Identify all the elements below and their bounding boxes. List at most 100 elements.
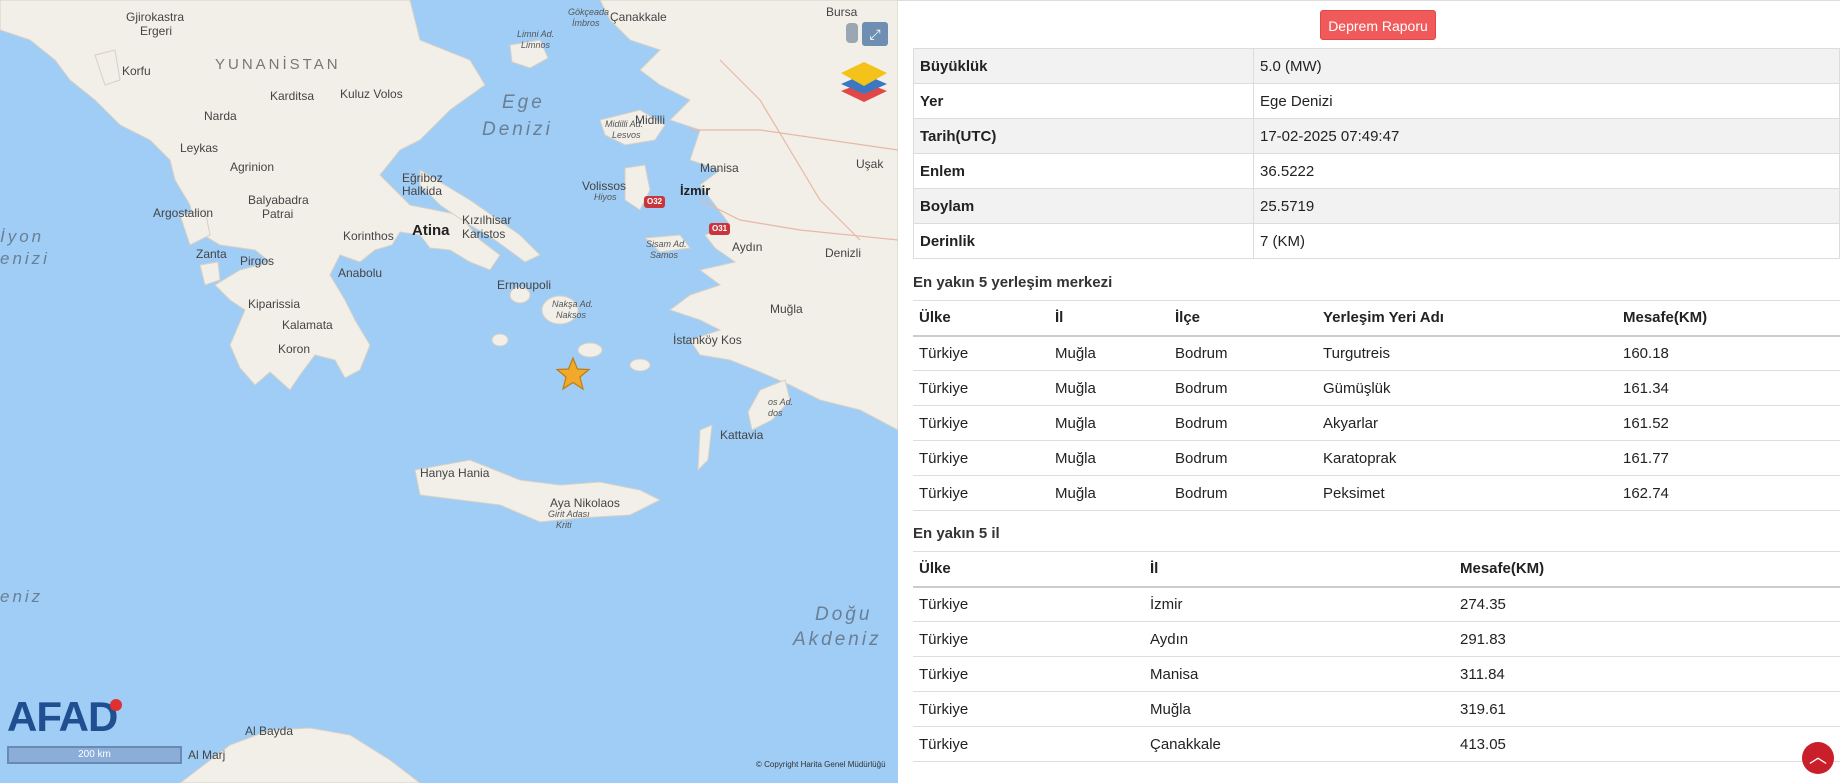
map-label: Patrai [262, 207, 294, 221]
scroll-to-top-chevron-up-icon[interactable]: ︿ [1802, 742, 1834, 774]
road-badge: O32 [644, 196, 666, 208]
column-header: Yerleşim Yeri Adı [1317, 300, 1617, 337]
table-cell: 161.34 [1617, 370, 1840, 406]
provinces-title: En yakın 5 il [913, 525, 1000, 542]
map-sea-label: Akdeniz [793, 629, 882, 650]
map-label: Eğriboz [402, 171, 443, 185]
map-label: Aya Nikolaos [550, 496, 620, 510]
table-cell: 162.74 [1617, 475, 1840, 511]
map-label: Ergeri [140, 24, 173, 38]
table-cell: Bodrum [1169, 335, 1317, 371]
table-cell: Türkiye [913, 405, 1049, 441]
table-cell: Gümüşlük [1317, 370, 1617, 406]
table-cell: Muğla [1049, 475, 1169, 511]
earthquake-report-button[interactable]: Deprem Raporu [1320, 10, 1436, 40]
map-city-label: İzmir [680, 183, 711, 198]
table-cell: Manisa [1144, 656, 1454, 692]
layers-icon[interactable] [839, 58, 889, 104]
summary-row: Derinlik 7 (KM) [913, 223, 1840, 259]
map-label: Lesvos [612, 130, 641, 140]
map-label: Argostalion [153, 206, 214, 220]
map-label: Kalamata [282, 318, 333, 332]
table-cell: Türkiye [913, 621, 1144, 657]
map-label: Limni Ad. [517, 29, 555, 39]
map-sea-label: Ege [502, 92, 545, 113]
map-label: İstanköy Kos [673, 333, 742, 347]
fullscreen-icon[interactable]: ⤢ [862, 22, 888, 46]
summary-row: Tarih(UTC) 17-02-2025 07:49:47 [913, 118, 1840, 154]
earthquake-map[interactable]: Gjirokastra Ergeri Korfu YUNANİSTAN Kard… [0, 0, 898, 783]
table-row: Türkiye Muğla 319.61 [913, 691, 1840, 727]
map-label: Volissos [582, 179, 627, 193]
map-label: Halkida [402, 184, 443, 198]
summary-key: Derinlik [913, 223, 1254, 259]
summary-row: Büyüklük 5.0 (MW) [913, 48, 1840, 84]
afad-logo: AFAD [7, 693, 118, 740]
epicenter-star-icon[interactable] [555, 356, 591, 392]
summary-row: Enlem 36.5222 [913, 153, 1840, 189]
map-label: Zanta [196, 247, 227, 261]
map-sea-label: Denizi [482, 119, 553, 140]
map-label: Kattavia [720, 428, 764, 442]
map-label: Karistos [462, 227, 506, 241]
table-row: Türkiye Muğla Bodrum Karatoprak 161.77 [913, 440, 1840, 476]
table-row: Türkiye Muğla Bodrum Gümüşlük 161.34 [913, 370, 1840, 406]
summary-value: 25.5719 [1253, 188, 1840, 224]
map-label: os Ad. [768, 397, 794, 407]
table-cell: İzmir [1144, 586, 1454, 622]
table-cell: Aydın [1144, 621, 1454, 657]
table-cell: Bodrum [1169, 405, 1317, 441]
map-capital-label: Atina [412, 222, 450, 239]
map-sea-label: enizi [0, 249, 50, 268]
table-row: Türkiye Çanakkale 413.05 [913, 726, 1840, 762]
map-label: Uşak [856, 157, 884, 171]
map-label: Al Bayda [245, 724, 294, 738]
map-label: Bursa [826, 5, 858, 19]
map-copyright: © Copyright Harita Genel Müdürlüğü [756, 760, 886, 769]
map-sea-label: İyon [0, 227, 45, 246]
table-cell: Türkiye [913, 586, 1144, 622]
map-label: Midilli Ad. [605, 119, 644, 129]
map-label: Kızılhisar [462, 213, 512, 227]
table-row: Türkiye Muğla Bodrum Turgutreis 160.18 [913, 335, 1840, 371]
table-cell: 274.35 [1454, 586, 1840, 622]
map-label: Nakşa Ad. [552, 299, 594, 309]
table-cell: Türkiye [913, 335, 1049, 371]
scale-bar: 200 km [7, 746, 182, 764]
table-cell: Muğla [1049, 440, 1169, 476]
summary-key: Yer [913, 83, 1254, 119]
map-label: Kuluz Volos [340, 87, 403, 101]
map-label: Narda [204, 109, 237, 123]
table-cell: Karatoprak [1317, 440, 1617, 476]
map-label: İmbros [572, 18, 600, 28]
flag-icon [110, 699, 122, 711]
table-cell: Türkiye [913, 475, 1049, 511]
summary-row: Boylam 25.5719 [913, 188, 1840, 224]
map-label: Sisam Ad. [646, 239, 687, 249]
table-cell: Muğla [1049, 370, 1169, 406]
column-header: Mesafe(KM) [1454, 551, 1840, 588]
map-panel-toggle[interactable] [846, 23, 858, 43]
table-cell: Bodrum [1169, 475, 1317, 511]
map-basemap [0, 0, 898, 783]
column-header: İl [1144, 551, 1454, 588]
settlements-title: En yakın 5 yerleşim merkezi [913, 274, 1113, 291]
table-cell: Peksimet [1317, 475, 1617, 511]
map-label: Karditsa [270, 89, 315, 103]
earthquake-summary-table: Büyüklük 5.0 (MW) Yer Ege Denizi Tarih(UTC) 1… [913, 48, 1840, 259]
table-row: Türkiye Aydın 291.83 [913, 621, 1840, 657]
map-label: Manisa [700, 161, 739, 175]
road-badge: O31 [709, 223, 731, 235]
map-label: Koron [278, 342, 311, 356]
map-country-label: YUNANİSTAN [215, 56, 341, 73]
map-label: Çanakkale [610, 10, 667, 24]
map-label: Agrinion [230, 160, 275, 174]
summary-key: Büyüklük [913, 48, 1254, 84]
table-row: Türkiye Manisa 311.84 [913, 656, 1840, 692]
map-label: Hiyos [594, 192, 617, 202]
settlements-table: Ülke İl İlçe Yerleşim Yeri Adı Mesafe(KM) Tü… [913, 300, 1840, 511]
table-cell: Muğla [1049, 405, 1169, 441]
map-label: Aydın [732, 240, 763, 254]
table-row: Türkiye Muğla Bodrum Akyarlar 161.52 [913, 405, 1840, 441]
map-label: Korinthos [343, 229, 394, 243]
